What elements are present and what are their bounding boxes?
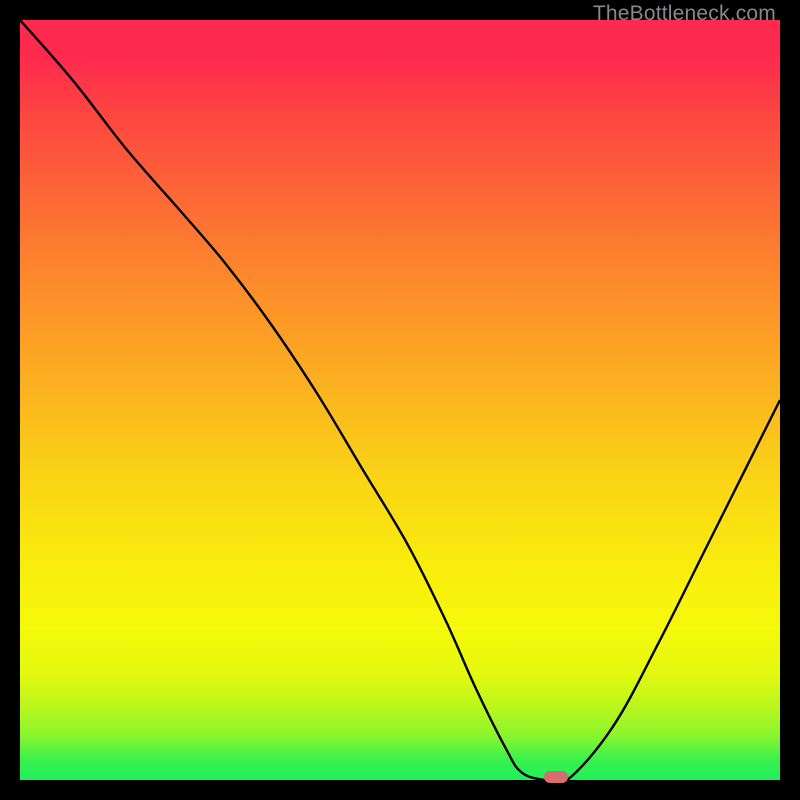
plot-area	[20, 20, 780, 780]
curve-line	[20, 20, 780, 780]
optimum-marker	[544, 771, 568, 783]
chart-frame: TheBottleneck.com	[0, 0, 800, 800]
curve-svg	[20, 20, 780, 780]
